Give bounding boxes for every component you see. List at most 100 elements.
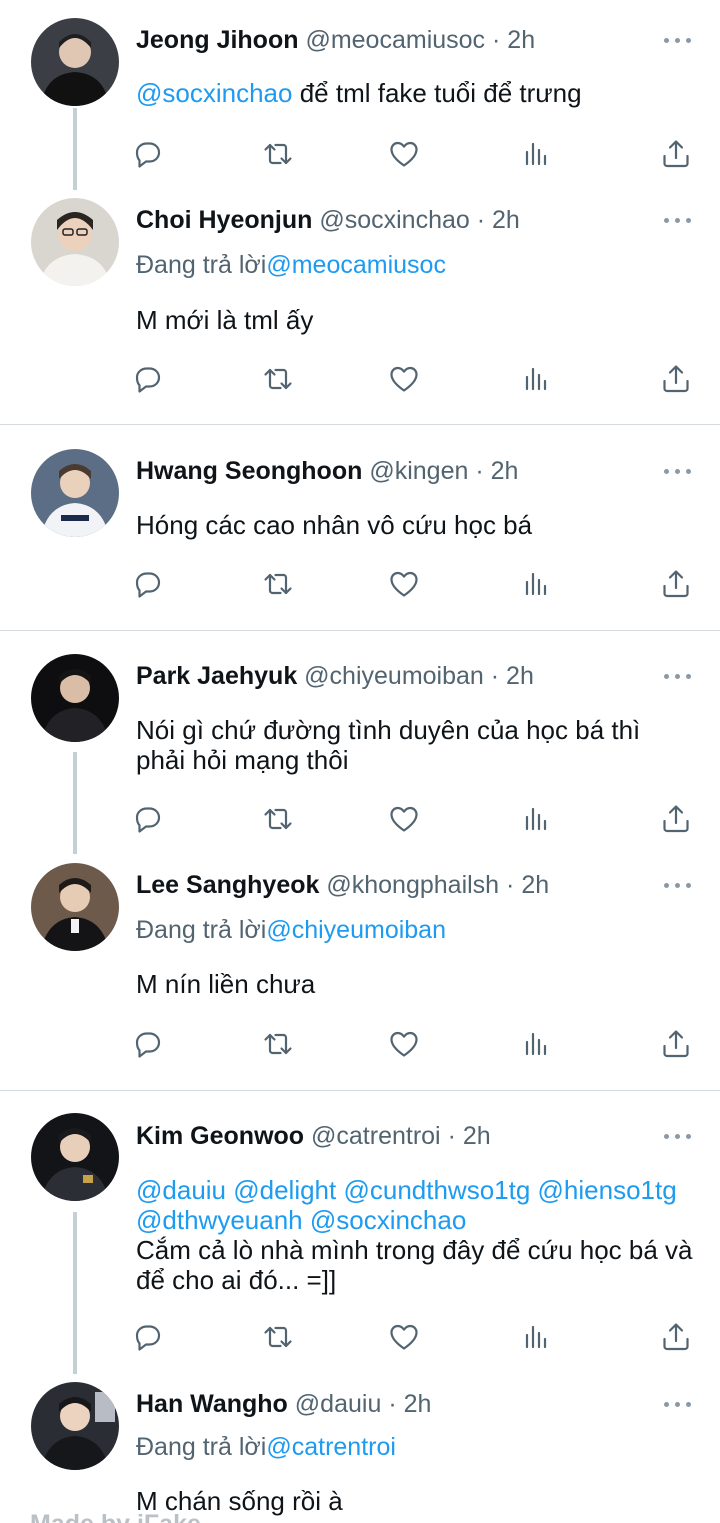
reply-icon[interactable]: [131, 802, 165, 836]
display-name[interactable]: Park Jaehyuk: [136, 662, 297, 690]
tweet-actions: [0, 567, 720, 603]
display-name[interactable]: Kim Geonwoo: [136, 1122, 304, 1150]
replying-to-handle[interactable]: @chiyeumoiban: [266, 916, 446, 944]
user-handle[interactable]: @catrentroi: [311, 1122, 441, 1150]
separator-dot: ·: [490, 662, 500, 690]
more-icon[interactable]: [664, 875, 694, 895]
user-handle[interactable]: @khongphailsh: [326, 871, 499, 899]
tweet[interactable]: Park Jaehyuk @chiyeumoiban · 2h Nói gì c…: [0, 631, 720, 856]
display-name[interactable]: Han Wangho: [136, 1390, 288, 1418]
tweet-header: Jeong Jihoon @meocamiusoc · 2h: [136, 23, 645, 57]
more-icon[interactable]: [664, 210, 694, 230]
display-name[interactable]: Hwang Seonghoon: [136, 457, 362, 485]
like-icon[interactable]: [387, 1320, 421, 1354]
tweet-header: Hwang Seonghoon @kingen · 2h: [136, 454, 645, 488]
tweet-actions: [0, 1320, 720, 1356]
share-icon[interactable]: [659, 1027, 693, 1061]
reply-icon[interactable]: [131, 362, 165, 396]
tweet[interactable]: Lee Sanghyeok @khongphailsh · 2h Đang tr…: [0, 856, 720, 1090]
more-icon[interactable]: [664, 30, 694, 50]
tweet-text: M chán sống rồi à: [136, 1486, 696, 1516]
replying-to-handle[interactable]: @catrentroi: [266, 1433, 396, 1461]
avatar[interactable]: [31, 1113, 119, 1201]
tweet-text: @dauiu @delight @cundthwso1tg @hienso1tg…: [136, 1175, 696, 1295]
share-icon[interactable]: [659, 362, 693, 396]
watermark: Made by iFake: [30, 1510, 201, 1523]
user-handle[interactable]: @meocamiusoc: [305, 26, 485, 54]
views-icon[interactable]: [519, 567, 553, 601]
avatar[interactable]: [31, 198, 119, 286]
tweet[interactable]: Jeong Jihoon @meocamiusoc · 2h @socxinch…: [0, 0, 720, 190]
like-icon[interactable]: [387, 137, 421, 171]
tweet-header: Han Wangho @dauiu · 2h: [136, 1387, 645, 1421]
retweet-icon[interactable]: [261, 802, 295, 836]
like-icon[interactable]: [387, 802, 421, 836]
display-name[interactable]: Lee Sanghyeok: [136, 871, 319, 899]
tweet-header: Choi Hyeonjun @socxinchao · 2h: [136, 203, 645, 237]
more-icon[interactable]: [664, 666, 694, 686]
more-icon[interactable]: [664, 461, 694, 481]
timestamp[interactable]: 2h: [521, 871, 549, 899]
tweet-header: Kim Geonwoo @catrentroi · 2h: [136, 1119, 645, 1153]
reply-icon[interactable]: [131, 1320, 165, 1354]
like-icon[interactable]: [387, 1027, 421, 1061]
timestamp[interactable]: 2h: [404, 1390, 432, 1418]
tweet-header: Park Jaehyuk @chiyeumoiban · 2h: [136, 659, 645, 693]
like-icon[interactable]: [387, 362, 421, 396]
tweet-actions: [0, 1027, 720, 1063]
tweet[interactable]: Kim Geonwoo @catrentroi · 2h @dauiu @del…: [0, 1091, 720, 1374]
reply-icon[interactable]: [131, 567, 165, 601]
avatar[interactable]: [31, 863, 119, 951]
replying-to-label: Đang trả lời: [136, 251, 267, 279]
display-name[interactable]: Choi Hyeonjun: [136, 206, 312, 234]
replying-to: Đang trả lời@meocamiusoc: [136, 248, 446, 282]
user-handle[interactable]: @dauiu: [295, 1390, 382, 1418]
avatar[interactable]: [31, 449, 119, 537]
retweet-icon[interactable]: [261, 1320, 295, 1354]
views-icon[interactable]: [519, 1320, 553, 1354]
tweet-body-text: M nín liền chưa: [136, 969, 316, 999]
tweet-text: Nói gì chứ đường tình duyên của học bá t…: [136, 715, 696, 775]
views-icon[interactable]: [519, 1027, 553, 1061]
tweet[interactable]: Choi Hyeonjun @socxinchao · 2h Đang trả …: [0, 190, 720, 424]
share-icon[interactable]: [659, 802, 693, 836]
user-handle[interactable]: @kingen: [369, 457, 468, 485]
avatar[interactable]: [31, 18, 119, 106]
mention-links[interactable]: @dauiu @delight @cundthwso1tg @hienso1tg…: [136, 1175, 696, 1235]
retweet-icon[interactable]: [261, 567, 295, 601]
tweet-body-text: Cắm cả lò nhà mình trong đây để cứu học …: [136, 1235, 693, 1295]
reply-icon[interactable]: [131, 1027, 165, 1061]
retweet-icon[interactable]: [261, 1027, 295, 1061]
tweet[interactable]: Han Wangho @dauiu · 2h Đang trả lời@catr…: [0, 1374, 720, 1523]
timestamp[interactable]: 2h: [491, 457, 519, 485]
user-handle[interactable]: @chiyeumoiban: [304, 662, 484, 690]
timestamp[interactable]: 2h: [507, 26, 535, 54]
like-icon[interactable]: [387, 567, 421, 601]
share-icon[interactable]: [659, 567, 693, 601]
retweet-icon[interactable]: [261, 362, 295, 396]
views-icon[interactable]: [519, 802, 553, 836]
views-icon[interactable]: [519, 362, 553, 396]
more-icon[interactable]: [664, 1126, 694, 1146]
timestamp[interactable]: 2h: [492, 206, 520, 234]
tweet-body-text: để tml fake tuổi để trưng: [299, 78, 582, 108]
tweet-text: M nín liền chưa: [136, 969, 696, 999]
tweet-body-text: Nói gì chứ đường tình duyên của học bá t…: [136, 715, 641, 775]
retweet-icon[interactable]: [261, 137, 295, 171]
avatar[interactable]: [31, 1382, 119, 1470]
avatar[interactable]: [31, 654, 119, 742]
more-icon[interactable]: [664, 1394, 694, 1414]
share-icon[interactable]: [659, 137, 693, 171]
tweet[interactable]: Hwang Seonghoon @kingen · 2h Hóng các ca…: [0, 425, 720, 630]
tweet-actions: [0, 137, 720, 173]
replying-to-handle[interactable]: @meocamiusoc: [266, 251, 446, 279]
tweet-header: Lee Sanghyeok @khongphailsh · 2h: [136, 868, 645, 902]
views-icon[interactable]: [519, 137, 553, 171]
timestamp[interactable]: 2h: [506, 662, 534, 690]
reply-icon[interactable]: [131, 137, 165, 171]
timestamp[interactable]: 2h: [463, 1122, 491, 1150]
mention-link[interactable]: @socxinchao: [136, 78, 292, 108]
user-handle[interactable]: @socxinchao: [319, 206, 469, 234]
display-name[interactable]: Jeong Jihoon: [136, 26, 299, 54]
share-icon[interactable]: [659, 1320, 693, 1354]
